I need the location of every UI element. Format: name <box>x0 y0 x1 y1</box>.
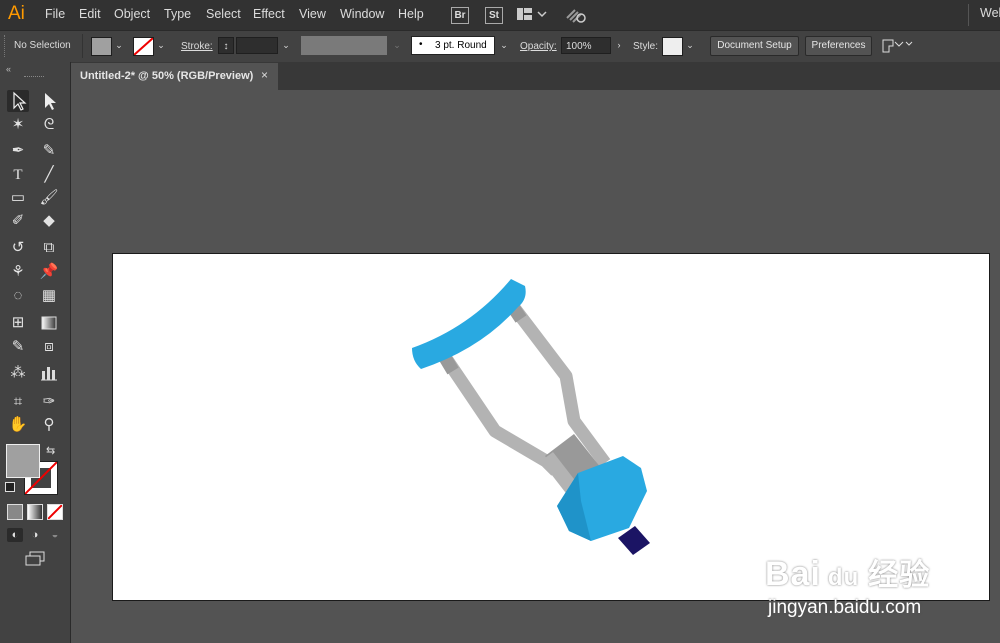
arrange-icon[interactable] <box>881 38 913 59</box>
draw-behind-icon[interactable]: ◑ <box>27 528 43 542</box>
perspective-grid-tool-icon[interactable]: ▦ <box>38 285 60 307</box>
tools-panel: « ✶ ᘓ ✒ ✎ T ╱ ▭ 🖌 ✐ ◆ ↺ ⧉ ⚘ 📌 ◌ ▦ ⊞ ✎ ⧈ … <box>0 62 71 643</box>
puppet-warp-tool-icon[interactable]: ⚘ <box>7 261 29 283</box>
stroke-dropdown-icon[interactable]: ⌄ <box>154 37 168 54</box>
selection-tool-icon[interactable] <box>7 90 29 112</box>
menu-object[interactable]: Object <box>114 7 150 21</box>
pen-tool-icon[interactable]: ✒ <box>7 140 29 162</box>
draw-normal-icon[interactable]: ◐ <box>7 528 23 542</box>
document-setup-button[interactable]: Document Setup <box>710 36 799 56</box>
workspace-switcher[interactable]: Web <box>980 6 1000 20</box>
crutch-rubber-tip <box>618 526 650 555</box>
stock-button[interactable]: St <box>485 7 503 24</box>
stroke-weight-field[interactable] <box>236 37 278 54</box>
lasso-tool-icon[interactable]: ᘓ <box>38 114 60 136</box>
swap-fill-stroke-icon[interactable]: ⇆ <box>46 444 55 457</box>
draw-inside-icon[interactable]: ◒ <box>47 528 63 542</box>
crutch-left-rail <box>435 347 561 476</box>
scale-tool-icon[interactable]: ⧉ <box>38 237 60 259</box>
document-tab-title: Untitled-2* @ 50% (RGB/Preview) <box>80 70 254 82</box>
opacity-arrow-icon[interactable]: › <box>612 37 626 54</box>
type-tool-icon[interactable]: T <box>7 164 29 186</box>
document-tab[interactable]: Untitled-2* @ 50% (RGB/Preview) × <box>71 63 278 90</box>
paintbrush-tool-icon[interactable]: 🖌 <box>38 187 60 209</box>
selection-status: No Selection <box>14 40 71 51</box>
crutch-underarm-pad <box>412 279 526 369</box>
close-tab-icon[interactable]: × <box>261 68 268 82</box>
pin-tool-icon[interactable]: 📌 <box>38 261 60 283</box>
menu-edit[interactable]: Edit <box>79 7 101 21</box>
magic-wand-tool-icon[interactable]: ✶ <box>7 114 29 136</box>
eraser-tool-icon[interactable]: ◆ <box>38 210 60 232</box>
menu-window[interactable]: Window <box>340 7 384 21</box>
opacity-field[interactable]: 100% <box>561 37 611 54</box>
fill-dropdown-icon[interactable]: ⌄ <box>112 37 126 54</box>
control-bar: No Selection ⌄ ⌄ Stroke: ↕ ⌄ ⌄ • 3 pt. R… <box>0 30 1000 63</box>
none-mode-icon[interactable] <box>47 504 63 520</box>
color-mode-icon[interactable] <box>7 504 23 520</box>
gradient-tool-icon[interactable] <box>38 312 60 334</box>
menu-help[interactable]: Help <box>398 7 424 21</box>
fill-color-box[interactable] <box>6 444 40 478</box>
illustrator-logo: Ai <box>8 3 25 24</box>
menu-type[interactable]: Type <box>164 7 191 21</box>
rectangle-tool-icon[interactable]: ▭ <box>7 187 29 209</box>
brush-label: 3 pt. Round <box>435 40 487 51</box>
line-tool-icon[interactable]: ╱ <box>38 164 60 186</box>
menu-file[interactable]: File <box>45 7 65 21</box>
screen-mode-icon[interactable] <box>24 551 48 572</box>
profile-dropdown-icon[interactable]: ⌄ <box>390 37 404 54</box>
brush-definition[interactable]: • 3 pt. Round <box>411 36 495 55</box>
stroke-swatch[interactable] <box>133 37 154 56</box>
stroke-label[interactable]: Stroke: <box>181 41 213 52</box>
stroke-weight-dropdown-icon[interactable]: ⌄ <box>279 37 293 54</box>
collapse-panel-icon[interactable]: « <box>6 64 11 74</box>
style-label: Style: <box>633 41 659 52</box>
opacity-label[interactable]: Opacity: <box>520 41 557 52</box>
gpu-performance-icon[interactable] <box>565 6 587 29</box>
artboard-tool-icon[interactable]: ⌗ <box>7 391 29 413</box>
bridge-button[interactable]: Br <box>451 7 469 24</box>
arrange-documents-icon[interactable] <box>517 8 547 27</box>
menu-bar: Ai File Edit Object Type Select Effect V… <box>0 0 1000 30</box>
paw-icon <box>828 532 884 577</box>
fill-swatch[interactable] <box>91 37 112 56</box>
variable-width-profile[interactable] <box>301 36 387 55</box>
menu-effect[interactable]: Effect <box>253 7 285 21</box>
watermark-url: jingyan.baidu.com <box>768 597 922 618</box>
stroke-stepper[interactable]: ↕ <box>218 37 234 54</box>
hand-tool-icon[interactable]: ✋ <box>7 414 29 436</box>
menu-view[interactable]: View <box>299 7 326 21</box>
crutch-right-rail <box>503 297 611 467</box>
style-dropdown-icon[interactable]: ⌄ <box>683 37 697 54</box>
shape-builder-tool-icon[interactable]: ◌ <box>7 285 29 307</box>
rotate-tool-icon[interactable]: ↺ <box>7 237 29 259</box>
graphic-style-swatch[interactable] <box>662 37 683 56</box>
default-colors-icon[interactable] <box>5 482 15 492</box>
slice-tool-icon[interactable]: ✑ <box>38 391 60 413</box>
watermark-brand: Bai <box>765 555 821 593</box>
curvature-tool-icon[interactable]: ✎ <box>38 140 60 162</box>
shaper-tool-icon[interactable]: ✐ <box>7 210 29 232</box>
eyedropper-tool-icon[interactable]: ✎ <box>7 336 29 358</box>
gradient-mode-icon[interactable] <box>27 504 43 520</box>
brush-dropdown-icon[interactable]: ⌄ <box>497 37 511 54</box>
symbol-sprayer-tool-icon[interactable]: ⁂ <box>7 362 29 384</box>
column-graph-tool-icon[interactable] <box>38 362 60 384</box>
mesh-tool-icon[interactable]: ⊞ <box>7 312 29 334</box>
preferences-button[interactable]: Preferences <box>805 36 872 56</box>
direct-selection-tool-icon[interactable] <box>38 90 60 112</box>
zoom-tool-icon[interactable]: ⚲ <box>38 414 60 436</box>
blend-tool-icon[interactable]: ⧈ <box>38 336 60 358</box>
menu-select[interactable]: Select <box>206 7 241 21</box>
